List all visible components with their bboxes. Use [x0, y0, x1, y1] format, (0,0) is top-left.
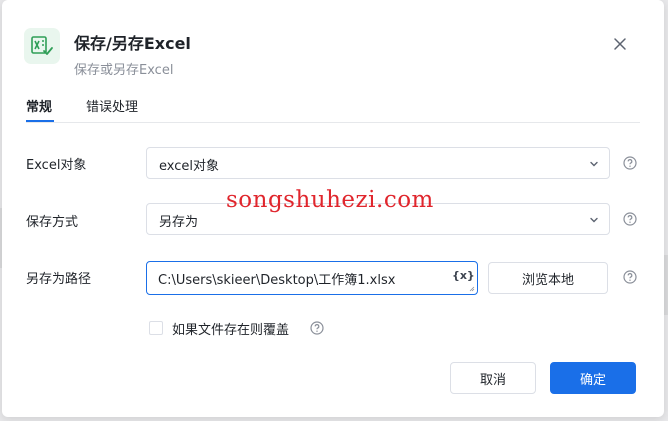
excel-object-select[interactable]: excel对象 [146, 147, 610, 179]
save-excel-dialog: 保存/另存Excel 保存或另存Excel 常规 错误处理 Excel对象 ex… [2, 0, 664, 417]
save-mode-label: 保存方式 [26, 215, 79, 230]
variable-insert-icon[interactable]: {x} [452, 269, 475, 282]
tab-general[interactable]: 常规 [26, 96, 52, 115]
watermark-text: songshuhezi.com [226, 187, 434, 213]
overwrite-checkbox[interactable] [149, 321, 163, 335]
chevron-down-icon [590, 161, 598, 167]
dialog-subtitle: 保存或另存Excel [74, 63, 174, 78]
save-mode-value: 另存为 [159, 215, 199, 230]
help-icon[interactable] [623, 270, 637, 284]
close-icon[interactable] [612, 36, 628, 52]
cancel-button[interactable]: 取消 [450, 362, 536, 394]
tab-bar: 常规 错误处理 [26, 94, 640, 123]
help-icon[interactable] [623, 156, 637, 170]
save-path-label: 另存为路径 [26, 272, 92, 287]
excel-object-value: excel对象 [159, 159, 219, 174]
background-strip-right [664, 255, 668, 315]
resize-grip-icon [469, 286, 475, 292]
active-tab-indicator [26, 120, 54, 122]
dialog-title: 保存/另存Excel [74, 34, 191, 53]
excel-object-label: Excel对象 [26, 158, 87, 173]
chevron-down-icon [590, 217, 598, 223]
excel-save-icon [24, 28, 60, 64]
tab-error-handling[interactable]: 错误处理 [86, 96, 138, 115]
save-path-input[interactable]: C:\Users\skieer\Desktop\工作簿1.xlsx {x} [146, 261, 478, 295]
save-path-value: C:\Users\skieer\Desktop\工作簿1.xlsx [158, 273, 396, 288]
confirm-button[interactable]: 确定 [550, 362, 636, 394]
help-icon[interactable] [310, 321, 324, 335]
browse-local-button[interactable]: 浏览本地 [488, 262, 608, 294]
overwrite-label: 如果文件存在则覆盖 [172, 323, 290, 338]
help-icon[interactable] [623, 212, 637, 226]
